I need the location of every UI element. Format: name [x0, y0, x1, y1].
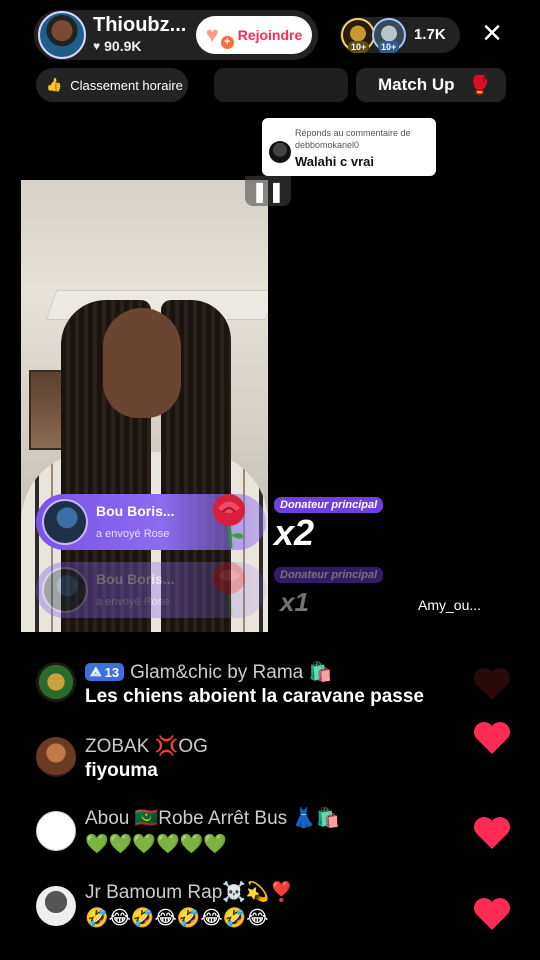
gift-banner: Bou Boris... a envoyé Rose	[36, 562, 266, 618]
like-heart-icon[interactable]	[472, 666, 512, 702]
avatar	[42, 567, 88, 613]
comment-text: 🤣😂🤣😂🤣😂🤣😂	[85, 908, 269, 929]
gift-action: a envoyé Rose	[96, 528, 170, 540]
top-donor-label: Donateur principal	[274, 567, 384, 583]
guest-name[interactable]: Amy_ou...	[418, 597, 481, 613]
person-face	[103, 308, 181, 418]
avatar	[269, 141, 291, 163]
gift-multiplier: x2	[274, 512, 315, 553]
avatar[interactable]	[36, 886, 76, 926]
viewer-badge: 10+	[378, 41, 400, 53]
close-icon[interactable]: ×	[476, 16, 508, 50]
avatar[interactable]	[36, 737, 76, 777]
host-avatar[interactable]	[38, 11, 86, 59]
comment-text: 💚💚💚💚💚💚	[85, 834, 227, 855]
host-name[interactable]: Thioubz...	[93, 14, 186, 37]
rose-icon	[213, 494, 245, 549]
join-button[interactable]: ♥ + Rejoindre	[196, 16, 312, 54]
heart-icon: ♥	[93, 39, 101, 53]
match-up-label: Match Up	[378, 75, 455, 94]
comment-username-text: Glam&chic by Rama 🛍️	[130, 662, 333, 683]
rose-icon	[213, 562, 245, 617]
gift-banner: Bou Boris... a envoyé Rose	[36, 494, 266, 550]
gift-sender-name: Bou Boris...	[96, 571, 175, 587]
viewer-count[interactable]: 1.7K	[414, 26, 446, 43]
level-icon: ⟁	[90, 664, 102, 679]
gift-action: a envoyé Rose	[96, 596, 170, 608]
like-heart-icon[interactable]	[472, 815, 512, 851]
comment-username[interactable]: ⟁ 13 Glam&chic by Rama 🛍️	[85, 660, 332, 684]
boxing-gloves-icon: 🥊	[468, 74, 491, 95]
avatar[interactable]	[36, 662, 76, 702]
comment-username[interactable]: ZOBAK 💢OG	[85, 734, 208, 758]
like-heart-icon[interactable]	[472, 896, 512, 932]
pause-icon[interactable]: ❚❚	[245, 176, 291, 206]
reply-text: Walahi c vrai	[295, 154, 374, 169]
gift-sender-name: Bou Boris...	[96, 503, 175, 519]
hourly-ranking-button[interactable]: 👍 Classement horaire	[36, 68, 188, 102]
level-number: 13	[104, 664, 120, 680]
like-heart-icon[interactable]	[472, 720, 512, 756]
host-likes-count: 90.9K	[104, 38, 142, 54]
comment-username[interactable]: Jr Bamoum Rap☠️💫❣️	[85, 880, 293, 904]
avatar	[42, 499, 88, 545]
reply-prefix: Réponds au commentaire de debbomokanel0	[295, 128, 411, 150]
join-label: Rejoindre	[237, 27, 303, 43]
comment-reply-card[interactable]: Réponds au commentaire de debbomokanel0 …	[262, 118, 436, 176]
fire-icon: 👍	[46, 77, 63, 92]
avatar[interactable]	[36, 811, 76, 851]
gift-multiplier: x1	[280, 587, 309, 617]
top-donor-label: Donateur principal	[274, 497, 384, 513]
empty-pill[interactable]	[214, 68, 348, 102]
level-badge: ⟁ 13	[85, 663, 125, 681]
comment-text: Les chiens aboient la caravane passe	[85, 686, 425, 707]
join-icon: ♥ +	[206, 24, 234, 49]
host-likes: ♥ 90.9K	[93, 38, 141, 54]
viewer-badge: 10+	[348, 41, 370, 53]
comment-text: fiyouma	[85, 760, 158, 781]
hourly-ranking-label: Classement horaire	[70, 77, 183, 93]
comment-username[interactable]: Abou 🇲🇷Robe Arrêt Bus 👗🛍️	[85, 806, 340, 830]
match-up-button[interactable]: Match Up 🥊	[356, 68, 506, 102]
